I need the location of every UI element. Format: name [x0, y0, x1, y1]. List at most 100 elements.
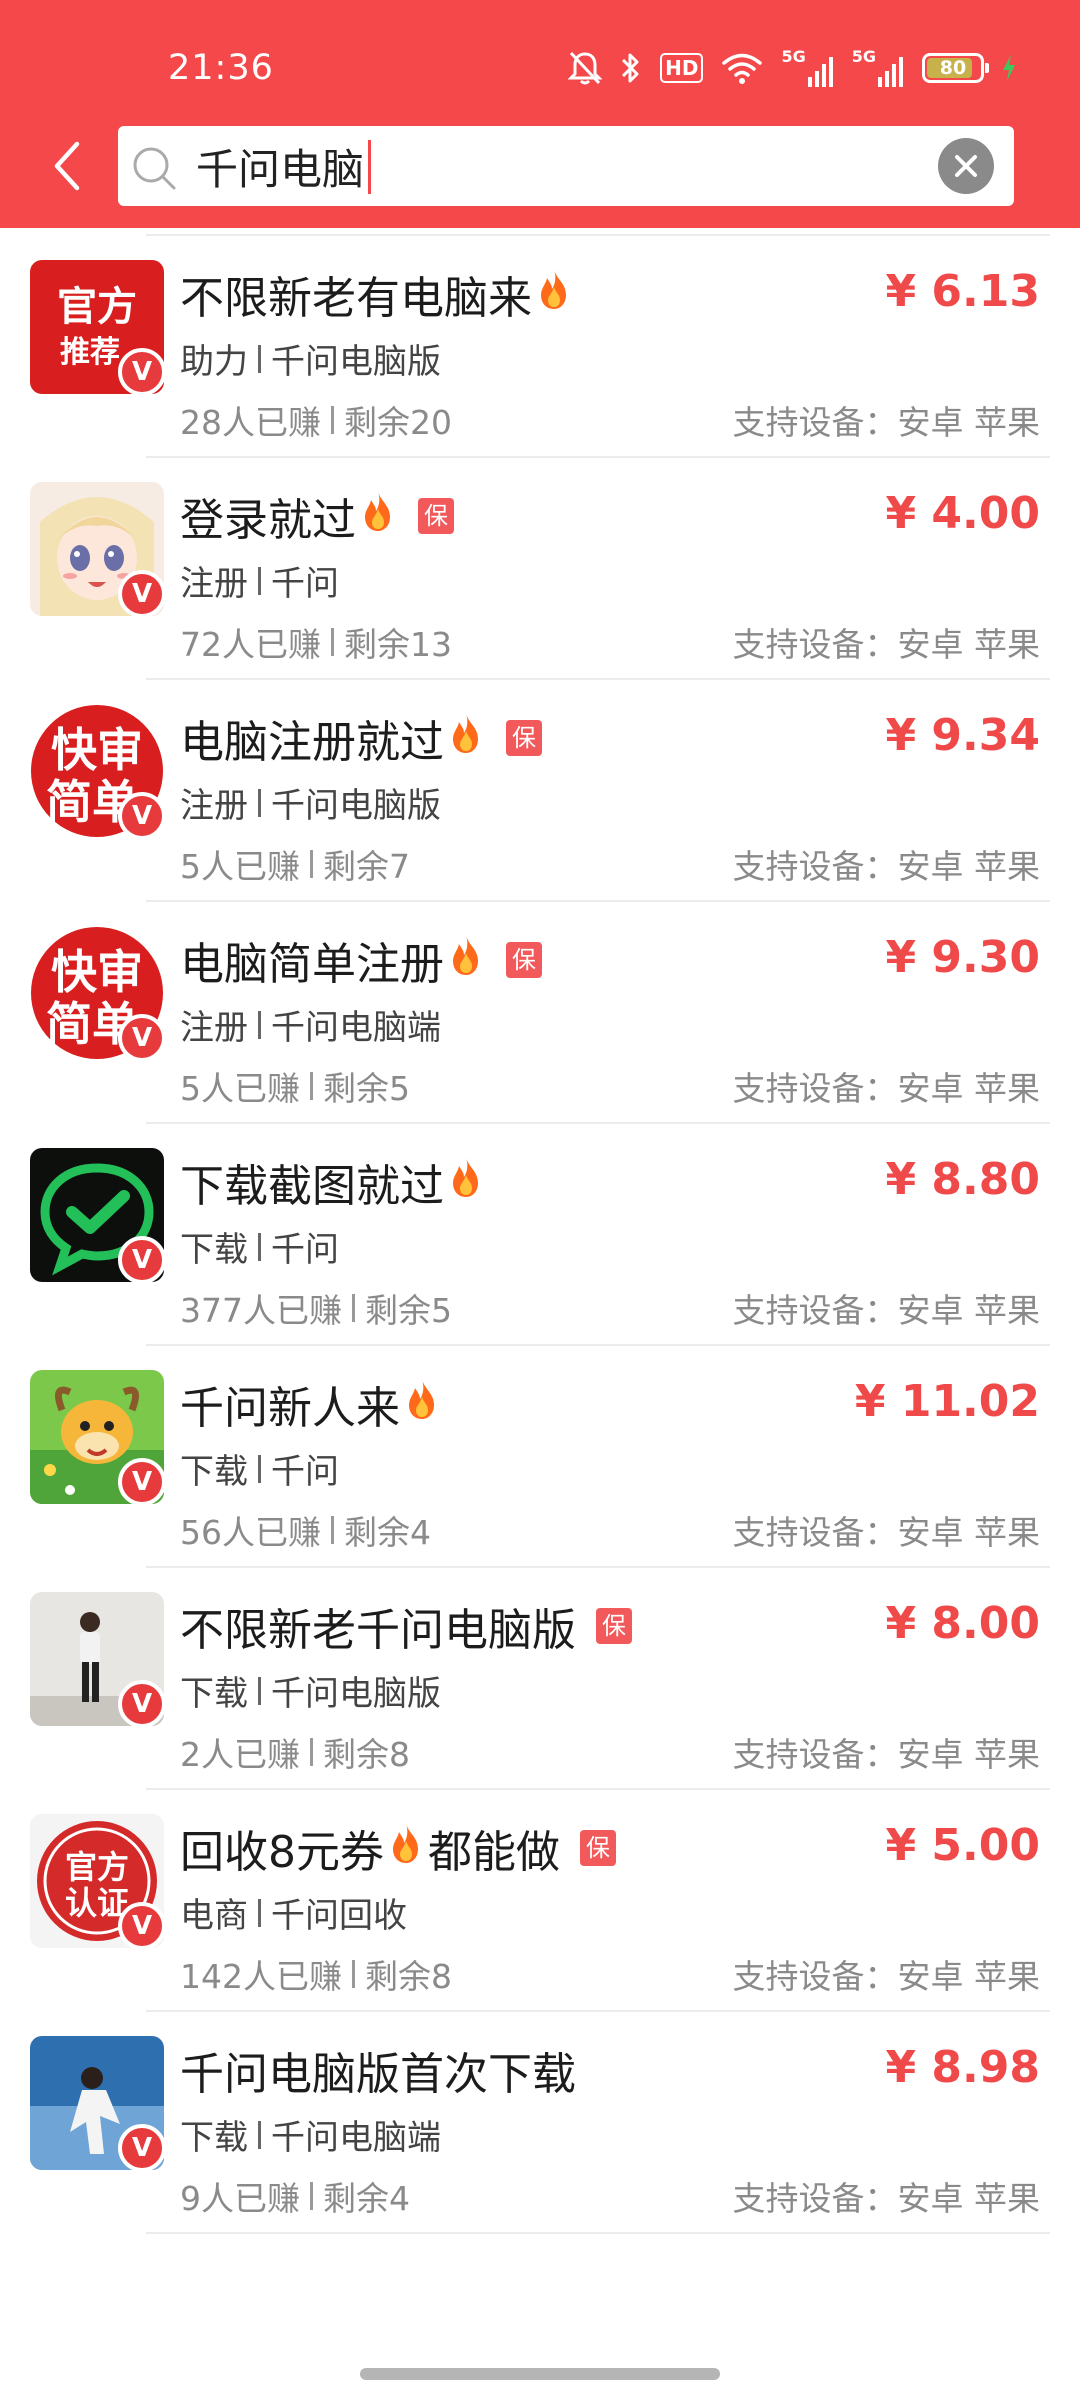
task-tags: 助力 千问电脑版 — [180, 334, 441, 383]
clear-search-button[interactable] — [938, 138, 994, 194]
task-title: 下载截图就过 — [180, 1150, 486, 1214]
signal-5g-icon: 5G — [852, 49, 904, 87]
separator — [331, 1516, 334, 1544]
supported-devices: 支持设备：安卓 苹果 — [732, 1735, 1041, 1774]
task-item[interactable]: V 千问电脑版首次下载 ¥ 8.98 下载 千问电脑端 9人已赚 剩余4 支持设… — [0, 2012, 1080, 2234]
task-item[interactable]: 快审 简单 V 电脑注册就过保 ¥ 9.34 注册 千问电脑版 5人已赚 剩余7… — [0, 680, 1080, 902]
earned-count: 28人已赚 — [180, 403, 321, 442]
task-price: ¥ 8.98 — [885, 2042, 1041, 2093]
task-type: 注册 — [180, 786, 248, 826]
status-time: 21:36 — [168, 48, 274, 88]
signal-5g-icon: 5G — [781, 49, 833, 87]
task-app: 千问 — [271, 1230, 339, 1270]
task-price: ¥ 9.30 — [885, 932, 1041, 983]
separator — [310, 2182, 313, 2210]
search-input[interactable] — [196, 136, 896, 196]
task-title-text: 下载截图就过 — [180, 1161, 444, 1212]
task-item[interactable]: 官方 推荐 V 不限新老有电脑来 ¥ 6.13 助力 千问电脑版 28人已赚 剩… — [0, 236, 1080, 458]
task-price: ¥ 4.00 — [885, 488, 1041, 539]
search-header: 21:36 HD 5G 5G 80 千问电脑 — [0, 0, 1080, 228]
task-price: ¥ 6.13 — [885, 266, 1041, 317]
fire-icon — [446, 1155, 486, 1210]
task-tags: 下载 千问 — [180, 1444, 339, 1493]
task-tags: 下载 千问电脑端 — [180, 2110, 441, 2159]
task-stats: 5人已赚 剩余5 — [180, 1062, 410, 1110]
mute-bell-icon — [568, 49, 603, 87]
home-indicator[interactable] — [360, 2368, 720, 2380]
earned-count: 56人已赚 — [180, 1513, 321, 1552]
task-app: 千问 — [271, 1452, 339, 1492]
task-item[interactable]: 快审 简单 V 电脑简单注册保 ¥ 9.30 注册 千问电脑端 5人已赚 剩余5… — [0, 902, 1080, 1124]
separator — [258, 788, 261, 817]
supported-devices: 支持设备：安卓 苹果 — [732, 625, 1041, 664]
task-item[interactable]: V 千问新人来 ¥ 11.02 下载 千问 56人已赚 剩余4 支持设备：安卓 … — [0, 1346, 1080, 1568]
task-title-suffix: 都能做 — [428, 1827, 560, 1878]
remaining-count: 剩余20 — [344, 403, 452, 442]
task-tags: 下载 千问 — [180, 1222, 339, 1271]
task-stats: 142人已赚 剩余8 — [180, 1950, 452, 1998]
task-item[interactable]: V 下载截图就过 ¥ 8.80 下载 千问 377人已赚 剩余5 支持设备：安卓… — [0, 1124, 1080, 1346]
verified-v-icon: V — [118, 2124, 166, 2172]
separator — [258, 1676, 261, 1705]
task-price: ¥ 8.80 — [885, 1154, 1041, 1205]
remaining-count: 剩余13 — [344, 625, 452, 664]
chevron-left-icon — [54, 141, 80, 191]
remaining-count: 剩余5 — [365, 1291, 452, 1330]
task-title: 不限新老有电脑来 — [180, 262, 574, 326]
separator — [331, 406, 334, 434]
back-button[interactable] — [36, 128, 96, 204]
guarantee-badge: 保 — [506, 720, 542, 756]
task-title-text: 电脑注册就过 — [180, 717, 444, 768]
separator — [352, 1294, 355, 1322]
task-title: 不限新老千问电脑版保 — [180, 1594, 632, 1658]
separator — [258, 566, 261, 595]
earned-count: 2人已赚 — [180, 1735, 300, 1774]
separator — [258, 2120, 261, 2149]
separator — [258, 1454, 261, 1483]
task-title-text: 千问电脑版首次下载 — [180, 2049, 576, 2100]
status-bar: 21:36 HD 5G 5G 80 — [0, 0, 1080, 120]
verified-v-icon: V — [118, 570, 166, 618]
task-title: 千问电脑版首次下载 — [180, 2038, 576, 2102]
fire-icon — [446, 711, 486, 766]
guarantee-badge: 保 — [580, 1830, 616, 1866]
supported-devices: 支持设备：安卓 苹果 — [732, 1957, 1041, 1996]
verified-v-icon: V — [118, 792, 166, 840]
task-app: 千问电脑版 — [271, 786, 441, 826]
task-title: 电脑注册就过 保 — [180, 706, 542, 770]
task-type: 注册 — [180, 564, 248, 604]
task-tags: 注册 千问电脑端 — [180, 1000, 441, 1049]
fire-icon — [446, 933, 486, 988]
task-title: 电脑简单注册 保 — [180, 928, 542, 992]
separator — [258, 344, 261, 373]
verified-v-icon: V — [118, 1680, 166, 1728]
task-app: 千问 — [271, 564, 339, 604]
fire-icon — [358, 489, 398, 544]
fire-icon — [386, 1821, 426, 1876]
svg-text:推荐: 推荐 — [60, 335, 120, 370]
fire-icon — [402, 1377, 442, 1432]
verified-v-icon: V — [118, 1014, 166, 1062]
task-item[interactable]: 官方 认证 V 回收8元券 都能做保 ¥ 5.00 电商 千问回收 142人已赚 … — [0, 1790, 1080, 2012]
task-title-text: 回收8元券 — [180, 1827, 384, 1878]
supported-devices: 支持设备：安卓 苹果 — [732, 1069, 1041, 1108]
task-item[interactable]: V 登录就过 保 ¥ 4.00 注册 千问 72人已赚 剩余13 支持设备：安卓 … — [0, 458, 1080, 680]
task-stats: 5人已赚 剩余7 — [180, 840, 410, 888]
separator — [352, 1960, 355, 1988]
supported-devices: 支持设备：安卓 苹果 — [732, 847, 1041, 886]
task-type: 助力 — [180, 342, 248, 382]
earned-count: 9人已赚 — [180, 2179, 300, 2218]
battery-icon: 80 — [922, 53, 989, 83]
remaining-count: 剩余4 — [344, 1513, 431, 1552]
supported-devices: 支持设备：安卓 苹果 — [732, 1513, 1041, 1552]
task-item[interactable]: V 不限新老千问电脑版保 ¥ 8.00 下载 千问电脑版 2人已赚 剩余8 支持… — [0, 1568, 1080, 1790]
separator — [310, 1738, 313, 1766]
wifi-icon — [721, 51, 763, 85]
task-tags: 电商 千问回收 — [180, 1888, 407, 1937]
fire-icon — [534, 267, 574, 322]
task-title: 登录就过 保 — [180, 484, 454, 548]
task-type: 下载 — [180, 1674, 248, 1714]
task-type: 下载 — [180, 1230, 248, 1270]
task-app: 千问回收 — [271, 1896, 407, 1936]
search-box[interactable] — [118, 126, 1014, 206]
